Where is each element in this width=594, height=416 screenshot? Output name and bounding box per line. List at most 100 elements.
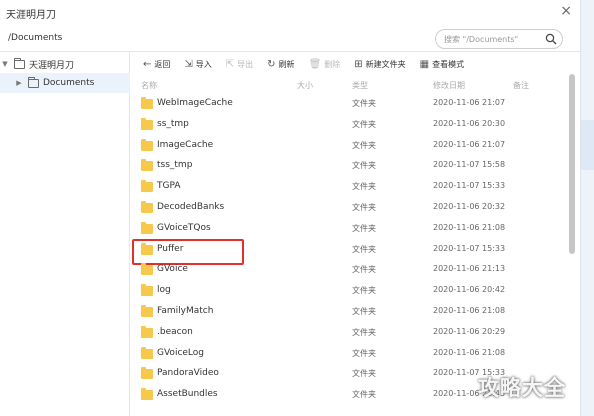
- folder-icon: [141, 367, 153, 380]
- table-row[interactable]: ImageCache 文件夹 2020-11-06 21:07: [131, 136, 571, 157]
- back-button[interactable]: ← 返回: [143, 59, 170, 70]
- table-row[interactable]: Puffer 文件夹 2020-11-07 15:33: [131, 238, 571, 265]
- file-type: 文件夹: [352, 202, 376, 212]
- refresh-icon: ↻: [267, 58, 276, 70]
- expand-arrow-icon[interactable]: ▶: [14, 79, 24, 87]
- file-modified: 2020-11-06 21:13: [433, 264, 506, 274]
- back-label: 返回: [154, 59, 171, 69]
- file-type: 文件夹: [352, 119, 376, 129]
- tree-item-root[interactable]: ▼ 天涯明月刀: [0, 54, 130, 74]
- import-icon: ⇲: [184, 58, 193, 70]
- search-input[interactable]: 搜索 "/Documents": [435, 29, 563, 49]
- background-panel: [581, 120, 594, 170]
- file-pane: ← 返回 ⇲ 导入 ⇱ 导出 ↻ 刷新 🗑 删除 ⊞ 新建文件夹 ▦ 查看模式 名称 大小 类…: [131, 52, 580, 416]
- file-type: 文件夹: [352, 182, 376, 192]
- file-modified: 2020-11-06 21:08: [433, 305, 506, 315]
- table-row[interactable]: ss_tmp 文件夹 2020-11-06 20:30: [131, 115, 571, 136]
- file-name: GVoice: [157, 264, 188, 275]
- table-row[interactable]: log 文件夹 2020-11-06 20:42: [131, 281, 571, 302]
- tree-item-label: Documents: [43, 78, 95, 88]
- new-folder-label: 新建文件夹: [365, 59, 406, 69]
- folder-icon: [141, 346, 153, 359]
- folder-icon: [141, 221, 153, 234]
- table-row[interactable]: GVoiceTQos 文件夹 2020-11-06 21:08: [131, 219, 571, 240]
- file-name: DecodedBanks: [157, 201, 225, 212]
- file-name: tss_tmp: [157, 160, 193, 171]
- file-name: WebImageCache: [157, 98, 233, 108]
- table-row[interactable]: TGPA 文件夹 2020-11-07 15:33: [131, 177, 571, 198]
- table-row[interactable]: tss_tmp 文件夹 2020-11-07 15:58: [131, 156, 571, 177]
- refresh-button[interactable]: ↻ 刷新: [267, 59, 294, 70]
- view-mode-button[interactable]: ▦ 查看模式: [420, 59, 464, 70]
- table-row[interactable]: FamilyMatch 文件夹 2020-11-06 21:08: [131, 302, 571, 323]
- file-type: 文件夹: [352, 99, 376, 108]
- folder-icon: [141, 138, 153, 151]
- folder-icon: [141, 242, 153, 255]
- table-row[interactable]: GVoice 文件夹 2020-11-06 21:13: [131, 260, 571, 281]
- file-modified: 2020-11-07 15:33: [433, 181, 506, 191]
- column-type[interactable]: 类型: [352, 80, 368, 91]
- column-note[interactable]: 备注: [513, 80, 529, 91]
- column-size[interactable]: 大小: [297, 80, 313, 91]
- file-type: 文件夹: [352, 390, 376, 400]
- folder-icon: [141, 263, 153, 276]
- sidebar: ▼ 天涯明月刀 ▶ Documents: [0, 52, 130, 416]
- close-icon[interactable]: ×: [560, 4, 572, 18]
- file-modified: 2020-11-06 20:42: [433, 285, 506, 295]
- file-type: 文件夹: [352, 161, 376, 171]
- trash-icon: 🗑: [308, 58, 322, 70]
- file-name: log: [157, 285, 171, 296]
- tree-item-label: 天涯明月刀: [29, 60, 75, 71]
- column-header: 名称 大小 类型 修改日期 备注: [131, 78, 571, 94]
- export-button[interactable]: ⇱ 导出: [226, 59, 253, 70]
- file-type: 文件夹: [352, 369, 376, 379]
- column-modified[interactable]: 修改日期: [433, 80, 465, 91]
- folder-icon: [141, 180, 153, 193]
- search-icon[interactable]: [545, 33, 557, 45]
- view-mode-label: 查看模式: [432, 59, 465, 69]
- file-modified: 2020-11-06 21:07: [433, 139, 506, 149]
- folder-icon: [141, 97, 153, 109]
- file-modified: 2020-11-06 21:07: [433, 98, 506, 107]
- watermark: 攻略大全: [478, 376, 566, 400]
- new-folder-button[interactable]: ⊞ 新建文件夹: [354, 59, 405, 70]
- file-modified: 2020-11-07 15:58: [433, 160, 506, 170]
- export-icon: ⇱: [225, 58, 235, 70]
- file-modified: 2020-11-06 21:08: [433, 222, 506, 232]
- refresh-label: 刷新: [278, 59, 295, 69]
- folder-icon: [141, 200, 153, 213]
- folder-icon: [14, 57, 25, 69]
- search-placeholder: 搜索 "/Documents": [444, 35, 519, 44]
- arrow-left-icon: ←: [143, 58, 152, 70]
- window-title: 天涯明月刀: [6, 10, 56, 21]
- file-list: WebImageCache 文件夹 2020-11-06 21:07 ss_tmp 文件…: [131, 94, 571, 406]
- file-type: 文件夹: [352, 286, 376, 296]
- table-row[interactable]: WebImageCache 文件夹 2020-11-06 21:07: [131, 94, 571, 115]
- import-label: 导入: [195, 59, 212, 69]
- delete-button[interactable]: 🗑 删除: [309, 59, 341, 70]
- file-name: ImageCache: [157, 139, 214, 150]
- collapse-arrow-icon[interactable]: ▼: [0, 60, 10, 68]
- import-button[interactable]: ⇲ 导入: [184, 59, 211, 70]
- folder-icon: [141, 159, 153, 172]
- background-window-edge: [580, 0, 594, 416]
- folder-icon: [141, 388, 153, 401]
- grid-icon: ▦: [419, 58, 430, 70]
- file-modified: 2020-11-07 15:33: [433, 243, 506, 253]
- file-type: 文件夹: [352, 244, 376, 254]
- file-name: AssetBundles: [157, 389, 218, 400]
- table-row[interactable]: .beacon 文件夹 2020-11-06 20:29: [131, 323, 571, 344]
- column-name[interactable]: 名称: [141, 80, 157, 91]
- file-name: FamilyMatch: [157, 305, 214, 316]
- file-type: 文件夹: [352, 348, 376, 358]
- folder-icon: [141, 325, 153, 338]
- file-modified: 2020-11-06 20:29: [433, 326, 506, 336]
- table-row[interactable]: DecodedBanks 文件夹 2020-11-06 20:32: [131, 198, 571, 219]
- tree-item-documents[interactable]: ▶ Documents: [0, 73, 130, 93]
- table-row[interactable]: GVoiceLog 文件夹 2020-11-06 21:08: [131, 344, 571, 365]
- scrollbar[interactable]: [569, 74, 575, 254]
- folder-icon: [141, 284, 153, 297]
- address-bar: /Documents 搜索 "/Documents": [0, 26, 580, 52]
- file-modified: 2020-11-06 21:08: [433, 347, 506, 357]
- file-name: PandoraVideo: [157, 368, 219, 379]
